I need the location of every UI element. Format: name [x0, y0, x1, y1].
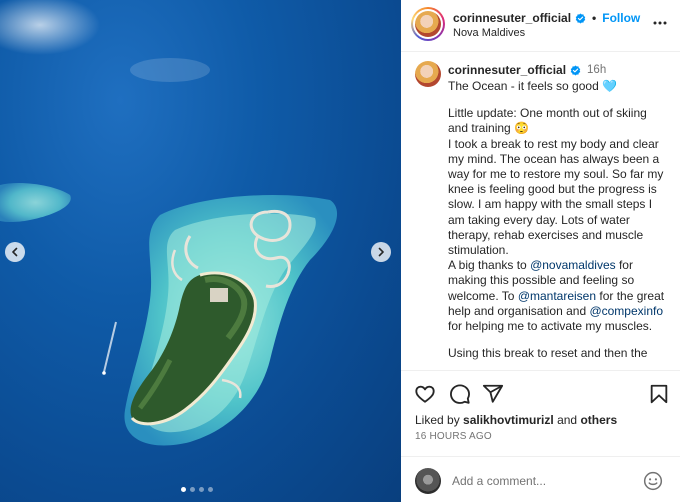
carousel-next-button[interactable]: [371, 242, 391, 262]
like-button[interactable]: [414, 383, 436, 405]
aerial-island-photo: [0, 0, 338, 446]
caption-text: The Ocean - it feels so good 🩵 Little up…: [448, 79, 670, 361]
caption-header: corinnesuter_official 16h: [448, 63, 606, 77]
comment-icon: [450, 384, 470, 404]
caption-username[interactable]: corinnesuter_official: [448, 63, 566, 77]
avatar-image: [415, 11, 441, 37]
mention-link[interactable]: @compexinfo: [589, 304, 663, 318]
follow-button[interactable]: Follow: [602, 11, 640, 25]
current-user-avatar: [415, 468, 441, 494]
carousel-dot: [181, 487, 186, 492]
save-button[interactable]: [648, 383, 670, 405]
liked-by-user[interactable]: salikhovtimurizl: [463, 413, 554, 427]
comment-bar: [401, 456, 680, 502]
post-timestamp[interactable]: 16 HOURS AGO: [415, 431, 492, 442]
comment-button[interactable]: [449, 383, 471, 405]
post-header: corinnesuter_official • Follow Nova Mald…: [401, 0, 680, 52]
caption-avatar[interactable]: [415, 61, 441, 87]
caption-timestamp[interactable]: 16h: [587, 64, 606, 76]
post-caption: corinnesuter_official 16h The Ocean - it…: [401, 52, 680, 370]
chevron-right-icon: [378, 247, 384, 257]
author-avatar[interactable]: [411, 7, 445, 41]
verified-badge-icon: [575, 12, 586, 24]
share-button[interactable]: [482, 383, 504, 405]
post-details-panel: corinnesuter_official • Follow Nova Mald…: [401, 0, 680, 502]
carousel-dot: [208, 487, 213, 492]
carousel-indicator: [181, 487, 213, 492]
comment-input[interactable]: [452, 472, 632, 490]
caption-line: I took a break to rest my body and clear…: [448, 136, 664, 258]
likes-summary: Liked by salikhovtimurizl and others: [415, 413, 618, 427]
emoji-icon[interactable]: [643, 471, 663, 491]
liked-by-others-link[interactable]: others: [580, 413, 617, 427]
heart-icon: [415, 385, 435, 403]
caption-line: A big thanks to @novamaldives for making…: [448, 258, 665, 334]
bookmark-icon: [650, 384, 668, 404]
share-icon: [482, 384, 504, 403]
chevron-left-icon: [12, 247, 18, 257]
more-options-icon[interactable]: [653, 16, 667, 30]
mention-link[interactable]: @novamaldives: [530, 258, 616, 272]
carousel-previous-button[interactable]: [5, 242, 25, 262]
carousel-dot: [190, 487, 195, 492]
mention-link[interactable]: @mantareisen: [518, 289, 596, 303]
caption-line: Little update: One month out of skiing a…: [448, 106, 647, 136]
author-username[interactable]: corinnesuter_official: [453, 11, 571, 25]
author-row: corinnesuter_official • Follow: [453, 11, 640, 25]
separator-dot: •: [592, 11, 597, 25]
carousel-dot: [199, 487, 204, 492]
post-location[interactable]: Nova Maldives: [453, 27, 525, 39]
caption-line: The Ocean - it feels so good 🩵: [448, 79, 618, 93]
post-media[interactable]: [0, 0, 401, 502]
verified-badge-icon: [570, 64, 581, 76]
